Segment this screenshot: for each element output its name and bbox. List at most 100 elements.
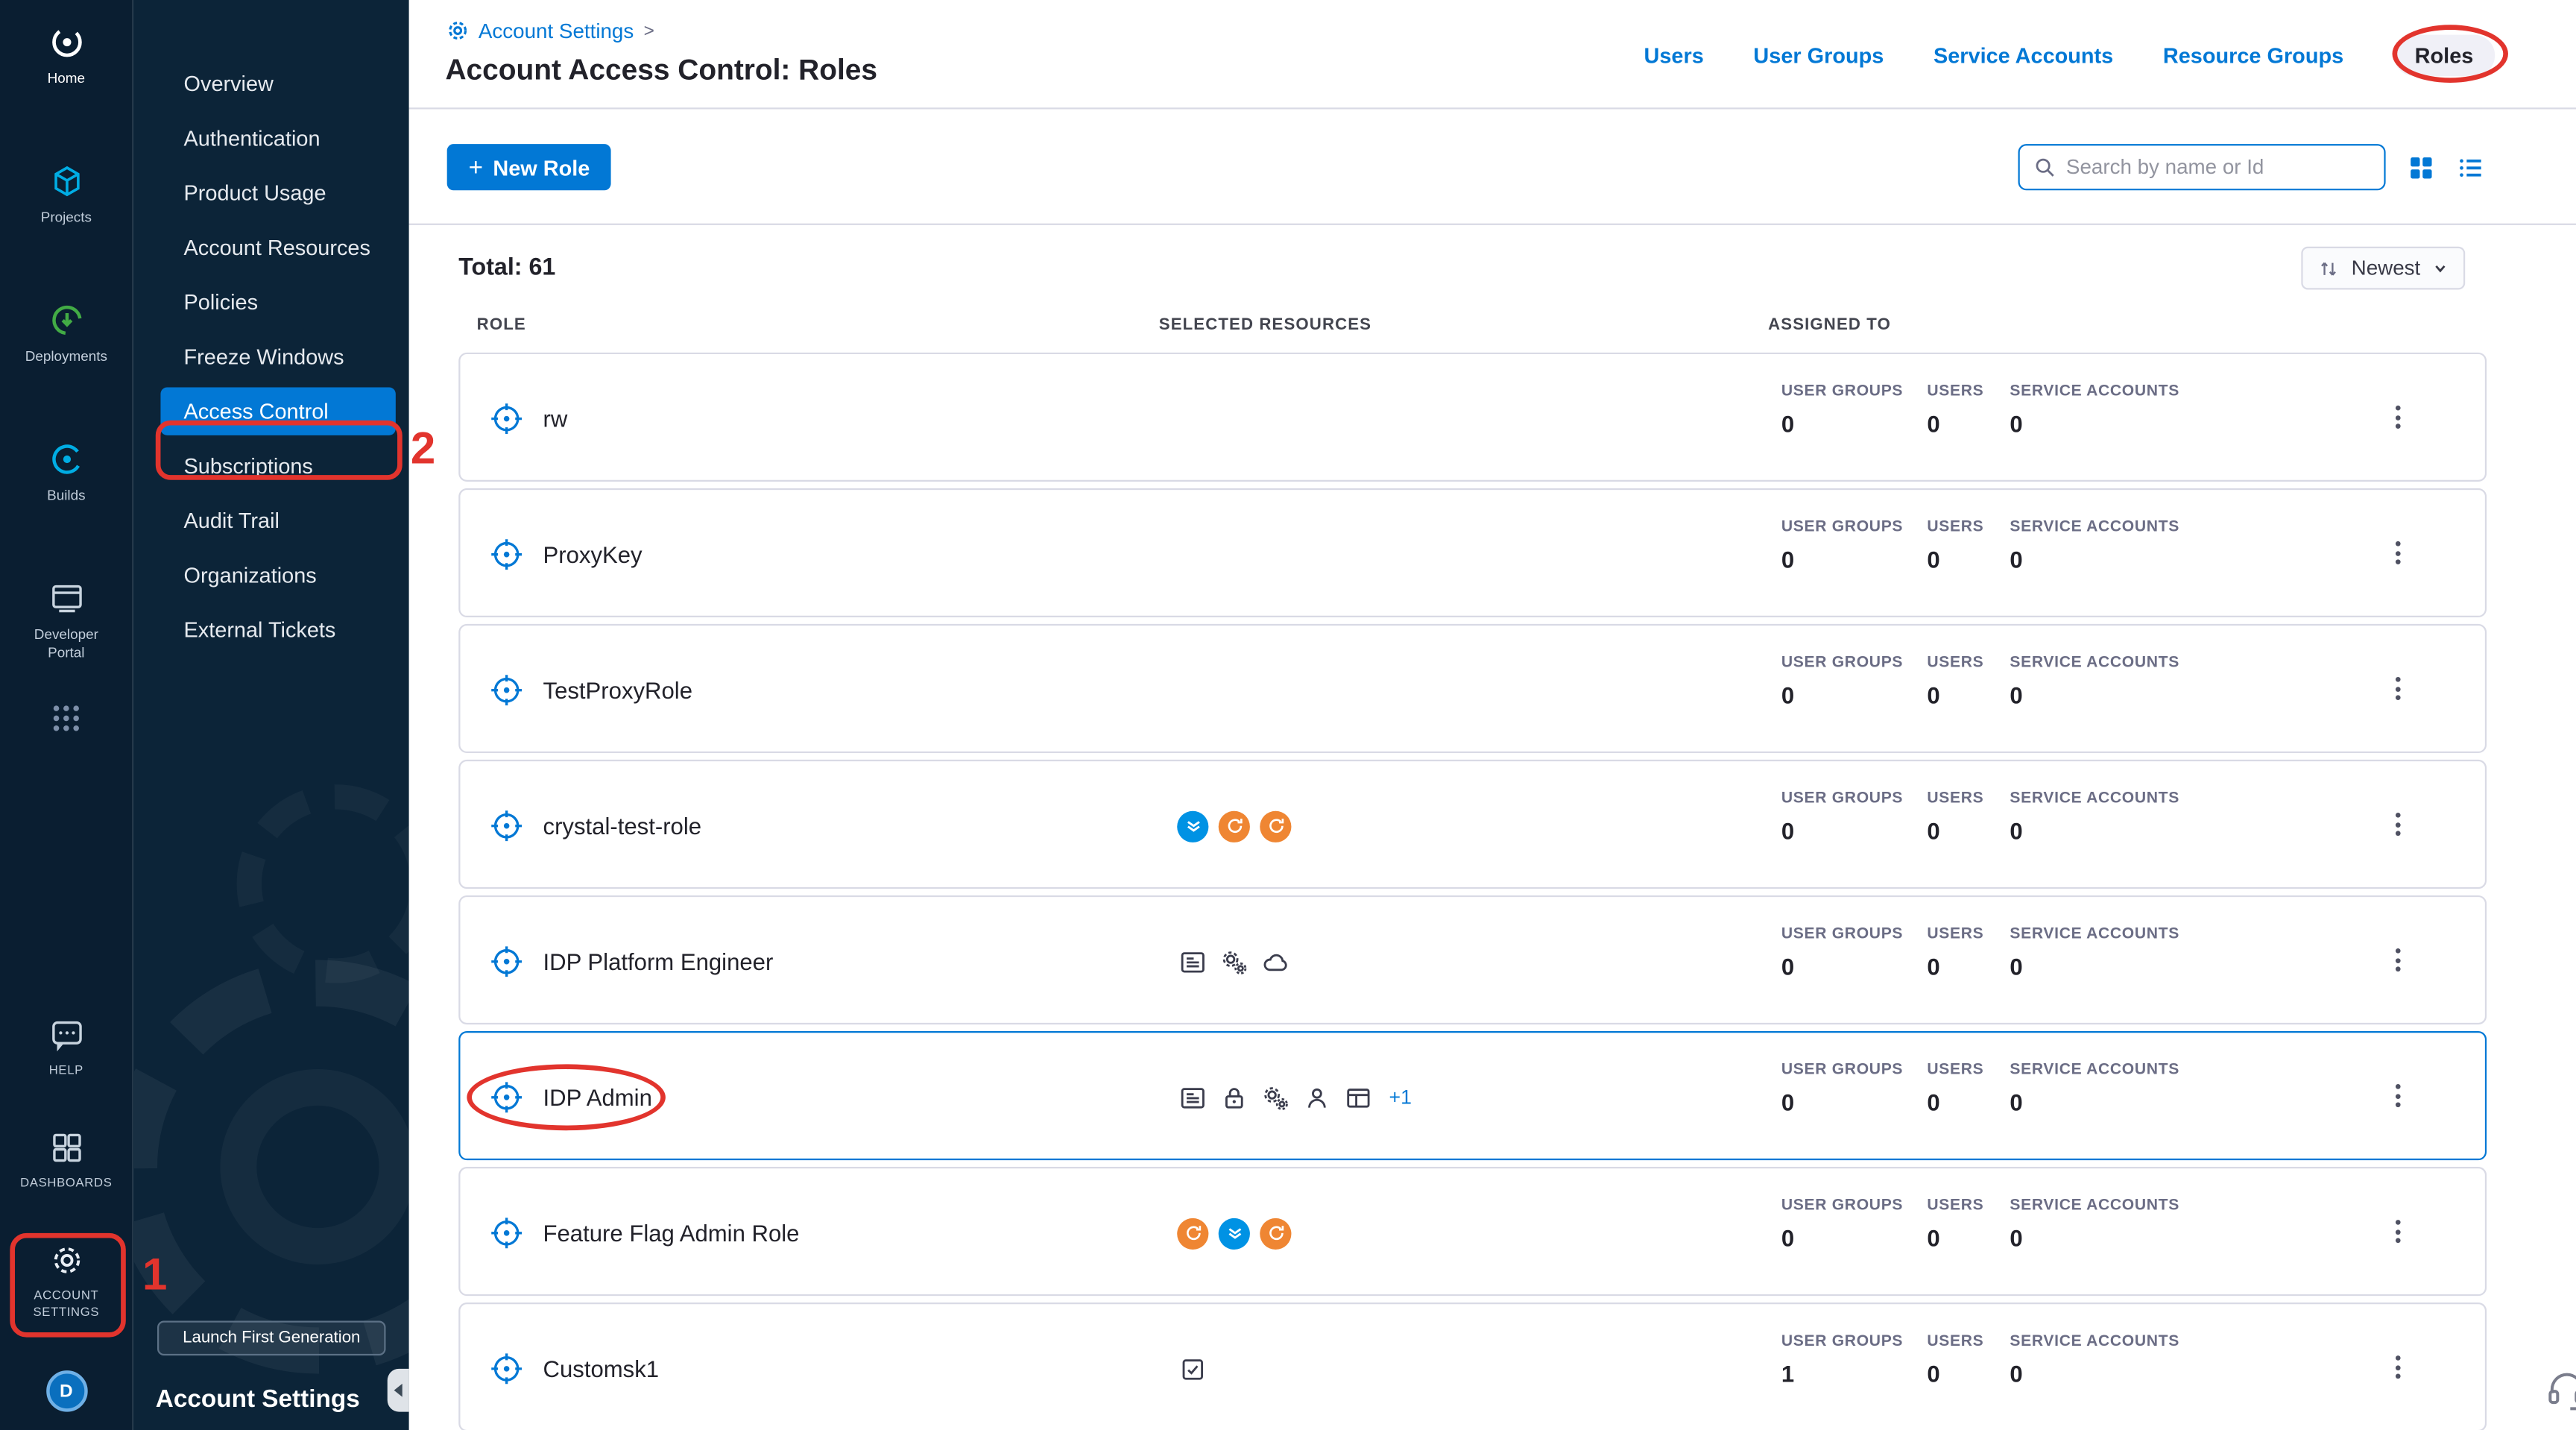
tab-users[interactable]: Users xyxy=(1644,43,1704,68)
roles-list: rw USER GROUPS 0 USERS 0 SERVICE ACCOUNT… xyxy=(458,353,2487,1430)
users-value: 0 xyxy=(1927,1361,1983,1388)
support-headset-icon[interactable] xyxy=(2545,1367,2576,1412)
sidebar-item-label: Freeze Windows xyxy=(184,344,344,369)
role-target-icon xyxy=(487,942,526,981)
role-row-rw[interactable]: rw USER GROUPS 0 USERS 0 SERVICE ACCOUNT… xyxy=(458,353,2487,482)
rail-item-developer-portal[interactable]: Developer Portal xyxy=(0,563,133,702)
sidebar-item-access-control[interactable]: Access Control xyxy=(160,387,395,435)
search-input[interactable] xyxy=(2066,156,2371,179)
role-row-idp-platform-engineer[interactable]: IDP Platform Engineer USER GROUPS 0 USER… xyxy=(458,895,2487,1024)
sidebar-item-external-tickets[interactable]: External Tickets xyxy=(160,605,395,653)
rail-item-dashboards[interactable]: DASHBOARDS xyxy=(15,1115,118,1228)
projects-icon xyxy=(47,163,85,201)
role-name[interactable]: rw xyxy=(543,406,568,432)
row-options-button[interactable] xyxy=(2386,532,2411,575)
role-row-proxykey[interactable]: ProxyKey USER GROUPS 0 USERS 0 SERVICE A… xyxy=(458,488,2487,617)
role-row-idp-admin[interactable]: IDP Admin +1 USER GROUPS 0 USERS 0 SERVI… xyxy=(458,1031,2487,1160)
gear-watermark xyxy=(133,960,409,1374)
layout-icon xyxy=(1342,1082,1374,1113)
rail-item-projects[interactable]: Projects xyxy=(0,145,133,284)
stat-service-accounts: SERVICE ACCOUNTS 0 xyxy=(2010,790,2179,844)
role-name[interactable]: IDP Admin xyxy=(543,1084,652,1111)
tab-service-accounts[interactable]: Service Accounts xyxy=(1933,43,2113,68)
sidebar-item-authentication[interactable]: Authentication xyxy=(160,114,395,162)
row-options-button[interactable] xyxy=(2386,396,2411,439)
user-groups-label: USER GROUPS xyxy=(1781,654,1903,672)
column-role: ROLE xyxy=(477,316,526,334)
breadcrumb-account-settings-link[interactable]: Account Settings xyxy=(479,19,634,42)
sidebar-item-organizations[interactable]: Organizations xyxy=(160,551,395,599)
row-options-button[interactable] xyxy=(2386,1346,2411,1389)
service-accounts-value: 0 xyxy=(2010,411,2179,438)
grid-view-button[interactable] xyxy=(2407,153,2435,181)
developer-portal-icon xyxy=(47,579,85,617)
row-options-button[interactable] xyxy=(2386,939,2411,982)
users-label: USERS xyxy=(1927,654,1983,672)
account-settings-icon xyxy=(47,1241,85,1279)
role-name[interactable]: IDP Platform Engineer xyxy=(543,948,774,975)
rail-item-home[interactable]: Home xyxy=(0,7,133,145)
role-name[interactable]: TestProxyRole xyxy=(543,677,692,704)
sidebar-item-product-usage[interactable]: Product Usage xyxy=(160,168,395,216)
role-name[interactable]: crystal-test-role xyxy=(543,813,702,840)
row-options-button[interactable] xyxy=(2386,1210,2411,1253)
sidebar-item-label: Product Usage xyxy=(184,180,326,205)
users-label: USERS xyxy=(1927,1332,1983,1350)
role-row-feature-flag-admin-role[interactable]: Feature Flag Admin Role USER GROUPS 0 US… xyxy=(458,1167,2487,1296)
role-row-testproxyrole[interactable]: TestProxyRole USER GROUPS 0 USERS 0 SERV… xyxy=(458,624,2487,753)
stat-service-accounts: SERVICE ACCOUNTS 0 xyxy=(2010,1197,2179,1251)
user-avatar[interactable]: D xyxy=(45,1370,87,1411)
tab-roles[interactable]: Roles xyxy=(2393,35,2495,76)
column-headers: ROLE SELECTED RESOURCES ASSIGNED TO xyxy=(458,316,2487,338)
role-name[interactable]: Feature Flag Admin Role xyxy=(543,1220,800,1247)
role-row-customsk1[interactable]: Customsk1 USER GROUPS 1 USERS 0 SERVICE … xyxy=(458,1303,2487,1430)
rail-bottom: HELP DASHBOARDS ACCOUNT SETTINGS D xyxy=(0,1003,133,1430)
settings-sidebar: Overview Authentication Product Usage Ac… xyxy=(133,0,409,1430)
user-groups-label: USER GROUPS xyxy=(1781,1197,1903,1215)
breadcrumb: Account Settings > xyxy=(445,18,654,42)
launch-first-generation-button[interactable]: Launch First Generation xyxy=(157,1320,386,1355)
column-assigned-to: ASSIGNED TO xyxy=(1768,316,1891,334)
tab-label: Roles xyxy=(2415,43,2474,68)
header-tabs: Users User Groups Service Accounts Resou… xyxy=(1644,35,2496,76)
user-groups-label: USER GROUPS xyxy=(1781,1332,1903,1350)
row-options-button[interactable] xyxy=(2386,803,2411,846)
rail-item-deployments[interactable]: Deployments xyxy=(0,285,133,423)
user-groups-label: USER GROUPS xyxy=(1781,1061,1903,1079)
list-view-button[interactable] xyxy=(2457,153,2485,181)
lock-icon xyxy=(1219,1082,1250,1113)
sidebar-bottom: Launch First Generation Account Settings xyxy=(134,1320,409,1430)
row-options-button[interactable] xyxy=(2386,667,2411,711)
role-name[interactable]: Customsk1 xyxy=(543,1355,660,1382)
row-options-button[interactable] xyxy=(2386,1074,2411,1118)
sidebar-item-policies[interactable]: Policies xyxy=(160,278,395,326)
users-label: USERS xyxy=(1927,790,1983,807)
user-groups-value: 0 xyxy=(1781,1089,1903,1116)
tab-resource-groups[interactable]: Resource Groups xyxy=(2163,43,2343,68)
more-resources-badge: +1 xyxy=(1389,1086,1412,1109)
collapse-arrow-icon xyxy=(394,1384,402,1397)
rail-item-account-settings[interactable]: ACCOUNT SETTINGS xyxy=(15,1228,118,1357)
sidebar-item-account-resources[interactable]: Account Resources xyxy=(160,224,395,271)
rail-item-help[interactable]: HELP xyxy=(15,1003,118,1115)
new-role-button[interactable]: + New Role xyxy=(447,144,612,190)
users-label: USERS xyxy=(1927,1197,1983,1215)
sort-dropdown[interactable]: Newest xyxy=(2302,247,2465,290)
new-role-label: New Role xyxy=(493,155,590,180)
stat-service-accounts: SERVICE ACCOUNTS 0 xyxy=(2010,382,2179,437)
chevron-down-icon xyxy=(2432,260,2449,277)
selected-resources xyxy=(1177,810,1291,842)
role-target-icon xyxy=(487,1213,526,1253)
column-selected-resources: SELECTED RESOURCES xyxy=(1159,316,1371,334)
sidebar-item-overview[interactable]: Overview xyxy=(160,60,395,107)
tab-user-groups[interactable]: User Groups xyxy=(1753,43,1884,68)
role-name[interactable]: ProxyKey xyxy=(543,541,643,568)
module-browser-button[interactable] xyxy=(50,702,83,734)
sidebar-item-subscriptions[interactable]: Subscriptions xyxy=(160,442,395,490)
toolbar: + New Role xyxy=(409,110,2576,225)
sidebar-collapse-button[interactable] xyxy=(388,1369,409,1412)
sidebar-item-freeze-windows[interactable]: Freeze Windows xyxy=(160,333,395,380)
sidebar-item-audit-trail[interactable]: Audit Trail xyxy=(160,497,395,544)
role-row-crystal-test-role[interactable]: crystal-test-role USER GROUPS 0 USERS 0 … xyxy=(458,760,2487,889)
rail-item-builds[interactable]: Builds xyxy=(0,423,133,562)
